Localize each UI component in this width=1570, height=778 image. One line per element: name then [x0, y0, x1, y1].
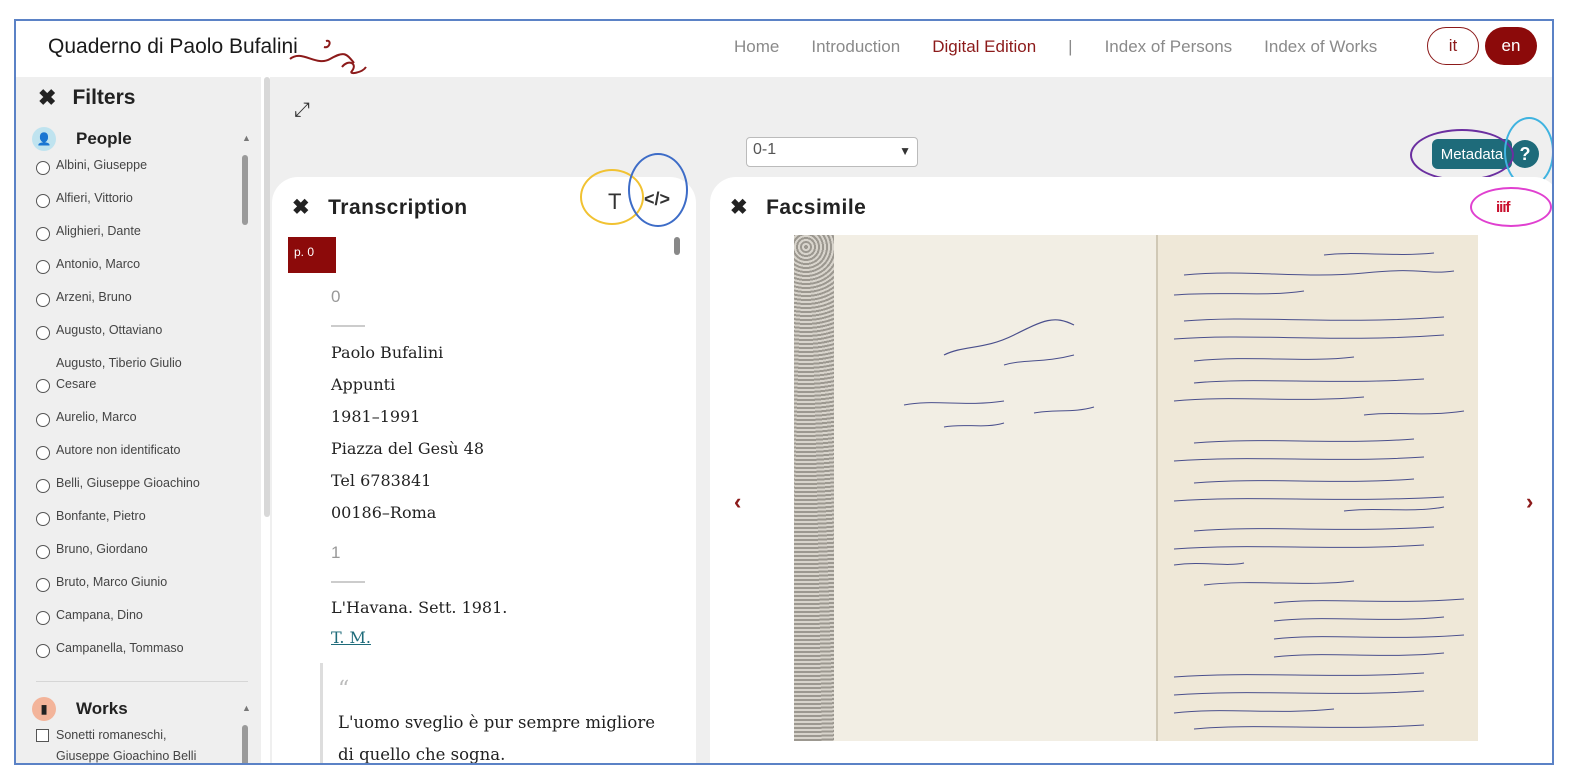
radio-icon[interactable] — [36, 578, 50, 592]
quote-line: di quello che sogna. — [338, 745, 506, 764]
transcription-panel: ✖ Transcription T </> p. 0 0 Paolo Bufal… — [272, 153, 696, 764]
transcription-scrollbar[interactable] — [674, 237, 680, 255]
page-select-value: 0-1 — [753, 141, 777, 158]
code-view-icon[interactable]: </> — [644, 189, 670, 210]
collapse-works-icon[interactable]: ▲ — [242, 703, 251, 713]
close-transcription-icon[interactable]: ✖ — [292, 195, 310, 220]
person-link[interactable]: T. M. — [331, 628, 371, 647]
close-filters-icon[interactable]: ✖ — [38, 85, 56, 111]
marbled-endpaper — [794, 235, 834, 741]
works-section-header[interactable]: ▮ Works — [32, 697, 128, 721]
nav-introduction[interactable]: Introduction — [811, 37, 900, 57]
radio-icon[interactable] — [36, 227, 50, 241]
radio-icon[interactable] — [36, 611, 50, 625]
facsimile-title: Facsimile — [766, 195, 867, 219]
radio-icon[interactable] — [36, 326, 50, 340]
main-nav: Home Introduction Digital Edition | Inde… — [734, 37, 1409, 57]
transcription-line: Appunti — [331, 375, 396, 394]
radio-icon[interactable] — [36, 194, 50, 208]
radio-icon[interactable] — [36, 260, 50, 274]
checkbox-icon[interactable] — [36, 729, 49, 742]
people-scrollbar[interactable] — [242, 155, 248, 225]
people-label: People — [76, 129, 132, 148]
radio-icon[interactable] — [36, 512, 50, 526]
radio-icon[interactable] — [36, 161, 50, 175]
facsimile-panel: ✖ Facsimile iiif ‹ › — [710, 177, 1552, 763]
close-facsimile-icon[interactable]: ✖ — [730, 195, 748, 220]
chevron-down-icon: ▼ — [899, 144, 911, 158]
separator-rule — [331, 325, 365, 327]
filters-header: ✖ Filters — [38, 85, 135, 111]
person-icon: 👤 — [32, 127, 56, 151]
nav-index-of-works[interactable]: Index of Works — [1264, 37, 1377, 57]
facsimile-image[interactable] — [794, 235, 1478, 741]
nav-home[interactable]: Home — [734, 37, 779, 57]
radio-icon[interactable] — [36, 379, 50, 393]
notebook-left-page — [794, 235, 1156, 741]
book-icon: ▮ — [32, 697, 56, 721]
notebook-right-page — [1156, 235, 1478, 741]
help-button[interactable]: ? — [1511, 140, 1539, 168]
app-frame: Quaderno di Paolo Bufalini Home Introduc… — [14, 19, 1554, 765]
transcription-line: Paolo Bufalini — [331, 343, 444, 362]
works-scrollbar[interactable] — [242, 725, 248, 763]
transcription-line: 00186–Roma — [331, 503, 437, 522]
transcription-line: L'Havana. Sett. 1981. — [331, 598, 508, 617]
section-divider — [36, 681, 248, 682]
facsimile-header: ✖ Facsimile — [730, 195, 866, 220]
brand-title[interactable]: Quaderno di Paolo Bufalini — [48, 35, 298, 59]
main-content: ⤢ 0-1 ▼ Metadata ? ✖ Transcription T </>… — [270, 77, 1552, 764]
transcription-line: Tel 6783841 — [331, 471, 432, 490]
transcription-title: Transcription — [328, 195, 468, 219]
nav-separator: | — [1068, 37, 1073, 56]
page-select[interactable]: 0-1 ▼ — [746, 137, 918, 167]
handwriting-left-page — [903, 319, 1095, 428]
language-en-button[interactable]: en — [1485, 27, 1537, 65]
filters-title: Filters — [72, 86, 136, 109]
works-label: Works — [76, 699, 128, 718]
radio-icon[interactable] — [36, 644, 50, 658]
language-it-button[interactable]: it — [1427, 27, 1479, 65]
list-item[interactable]: Augusto, Tiberio Giulio Cesare — [36, 353, 236, 395]
header: Quaderno di Paolo Bufalini Home Introduc… — [16, 21, 1552, 77]
radio-icon[interactable] — [36, 545, 50, 559]
list-item[interactable]: Sonetti romaneschi, Giuseppe Gioachino B… — [36, 725, 236, 763]
quote-icon: “ — [338, 677, 350, 702]
page-marker[interactable]: p. 0 — [288, 237, 336, 273]
nav-index-of-persons[interactable]: Index of Persons — [1105, 37, 1233, 57]
collapse-people-icon[interactable]: ▲ — [242, 133, 251, 143]
filters-sidebar: ✖ Filters 👤 People ▲ Albini, Giuseppe Al… — [16, 77, 261, 763]
radio-icon[interactable] — [36, 293, 50, 307]
signature-logo — [289, 39, 367, 75]
transcription-header: ✖ Transcription — [292, 195, 468, 220]
line-number: 1 — [331, 543, 341, 562]
text-size-icon[interactable]: T — [608, 189, 621, 215]
line-number: 0 — [331, 287, 341, 306]
metadata-button[interactable]: Metadata — [1432, 139, 1512, 169]
radio-icon[interactable] — [36, 413, 50, 427]
next-page-icon[interactable]: › — [1526, 489, 1533, 515]
quote-bar — [320, 663, 323, 763]
quote-line: L'uomo sveglio è pur sempre migliore — [338, 713, 656, 732]
expand-icon[interactable]: ⤢ — [294, 99, 310, 122]
handwriting-right-page — [1173, 252, 1465, 730]
highlight-ring-iiif — [1470, 187, 1552, 227]
transcription-line: 1981–1991 — [331, 407, 421, 426]
previous-page-icon[interactable]: ‹ — [734, 489, 741, 515]
transcription-line: Piazza del Gesù 48 — [331, 439, 485, 458]
radio-icon[interactable] — [36, 446, 50, 460]
radio-icon[interactable] — [36, 479, 50, 493]
separator-rule — [331, 581, 365, 583]
people-section-header[interactable]: 👤 People — [32, 127, 132, 151]
iiif-icon[interactable]: iiif — [1496, 199, 1510, 216]
nav-digital-edition[interactable]: Digital Edition — [932, 37, 1036, 57]
